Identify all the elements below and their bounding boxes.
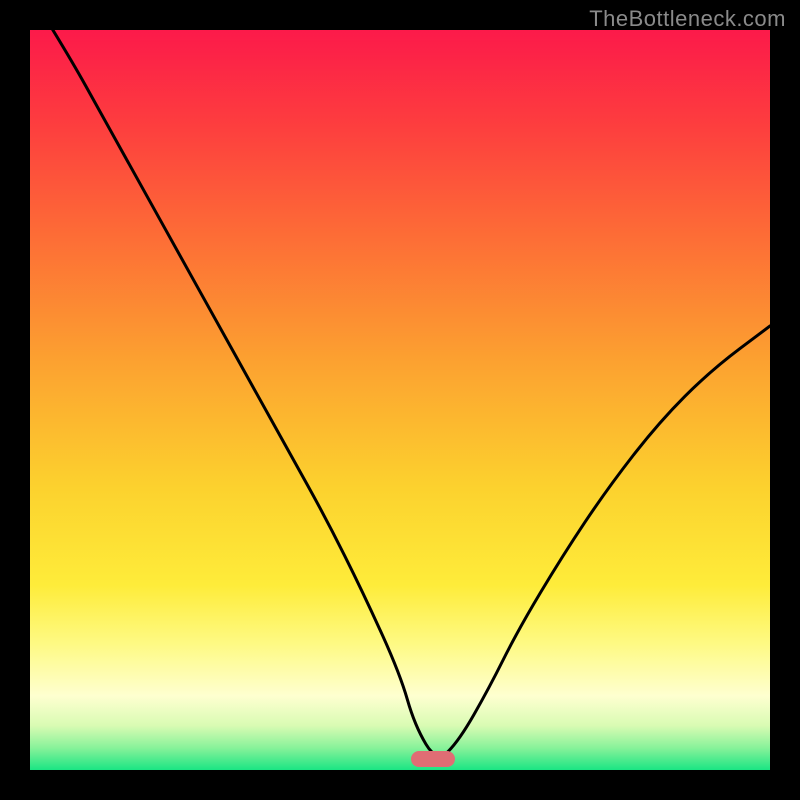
plot-area xyxy=(30,30,770,770)
chart-frame: TheBottleneck.com xyxy=(0,0,800,800)
watermark-text: TheBottleneck.com xyxy=(589,6,786,32)
bottleneck-curve xyxy=(30,30,770,770)
optimal-point-marker xyxy=(411,751,455,767)
